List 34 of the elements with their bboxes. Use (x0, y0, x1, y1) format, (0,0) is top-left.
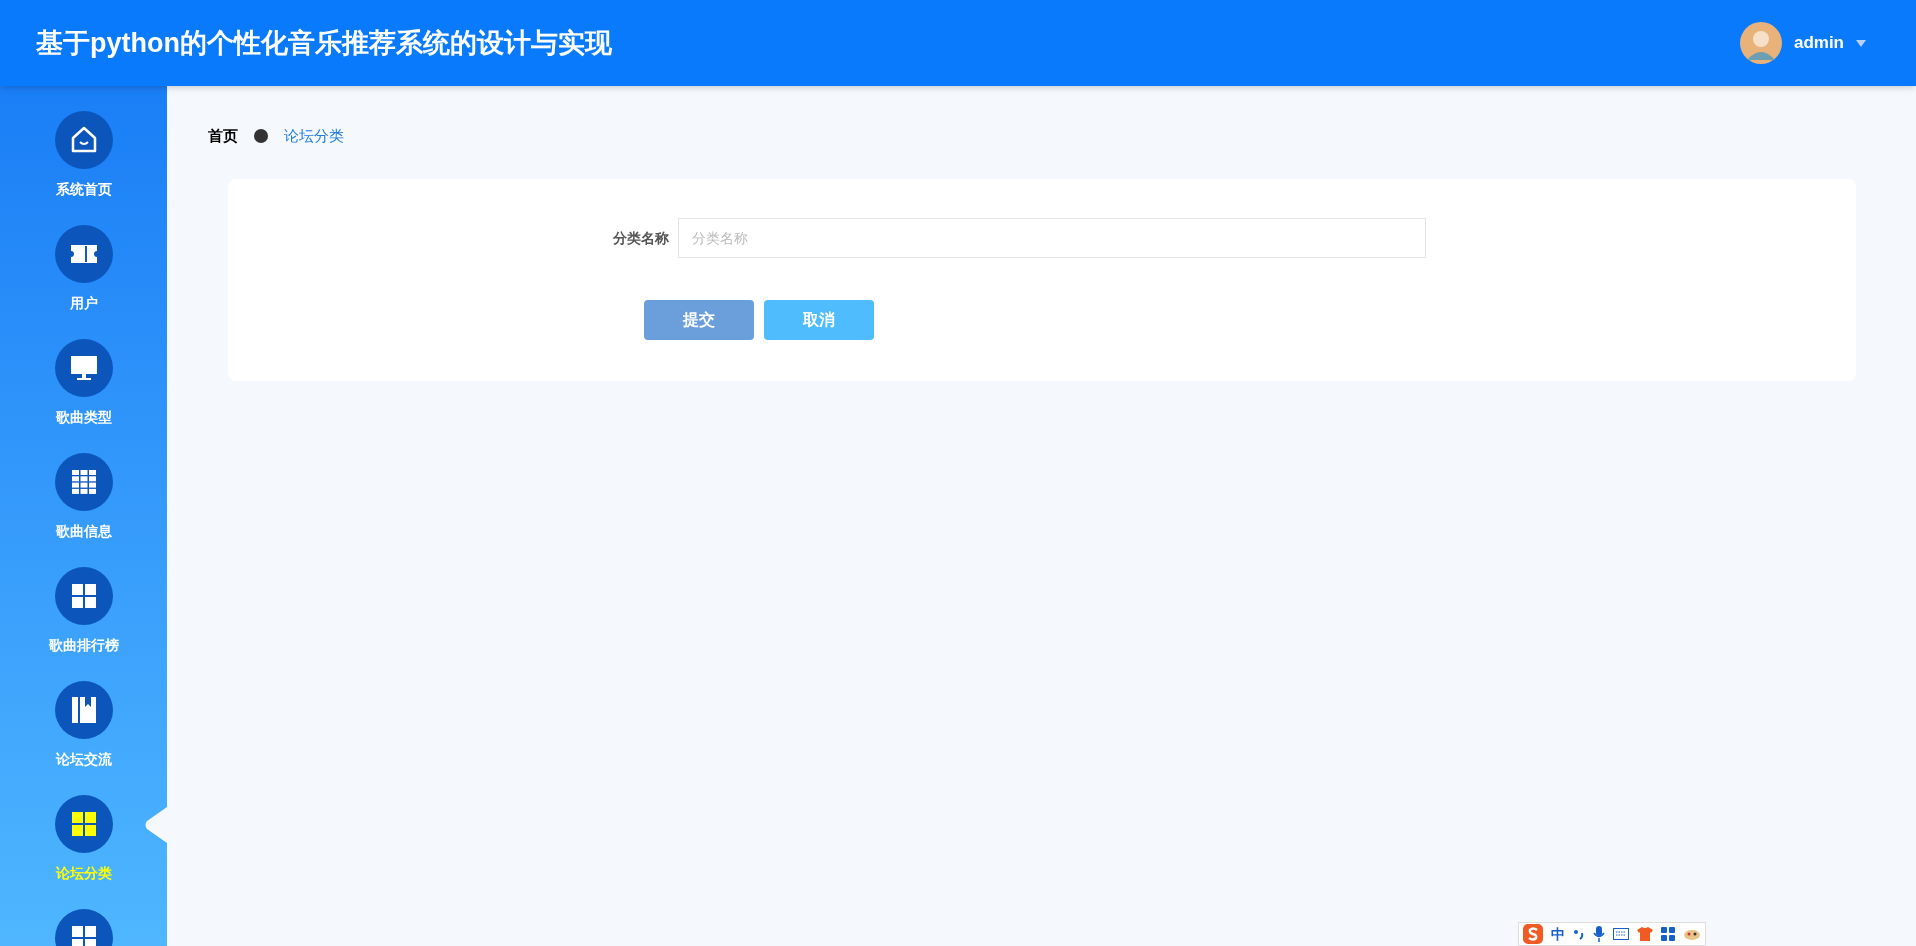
grid-icon (70, 925, 97, 946)
sidebar-item[interactable]: 论坛交流 (0, 681, 167, 774)
mascot-icon[interactable] (1683, 928, 1701, 940)
ime-logo-icon[interactable] (1523, 924, 1543, 944)
sidebar-item[interactable]: 歌曲信息 (0, 453, 167, 546)
ime-mode[interactable]: 中 (1551, 923, 1565, 945)
grid-icon (70, 811, 97, 837)
cancel-button[interactable]: 取消 (763, 300, 874, 340)
sidebar-item[interactable]: 歌曲类型 (0, 339, 167, 432)
ticket-icon (68, 243, 99, 265)
keyboard-icon[interactable] (1613, 928, 1629, 940)
apps-icon[interactable] (1661, 927, 1675, 941)
username[interactable]: admin (1793, 30, 1844, 56)
avatar-icon (1739, 22, 1782, 64)
shirt-icon[interactable] (1637, 927, 1653, 941)
grid-icon (70, 583, 97, 609)
breadcrumb-link[interactable]: 首页 (208, 124, 238, 148)
microphone-icon[interactable] (1593, 926, 1605, 942)
category-name-field[interactable]: 分类名称 (677, 218, 1426, 258)
separator-dot-icon (254, 129, 268, 143)
active-pointer-icon (145, 807, 167, 843)
sidebar-item[interactable]: 歌曲排行榜 (0, 567, 167, 660)
caret-icon[interactable] (1856, 39, 1866, 47)
punctuation-icon[interactable] (1573, 928, 1585, 940)
sidebar-item[interactable]: 用户 (0, 225, 167, 318)
submit-button[interactable]: 提交 (643, 300, 754, 340)
grid-icon (70, 469, 97, 495)
monitor-icon (69, 355, 98, 381)
breadcrumb-current: 论坛分类 (284, 125, 344, 146)
app-title: 基于python的个性化音乐推荐系统的设计与实现 (36, 26, 612, 60)
field-label: 分类名称 (611, 228, 669, 248)
sidebar-item[interactable]: 论坛分类 (0, 795, 167, 888)
book-icon (70, 696, 97, 724)
sidebar-item[interactable]: 系统首页 (0, 111, 167, 204)
